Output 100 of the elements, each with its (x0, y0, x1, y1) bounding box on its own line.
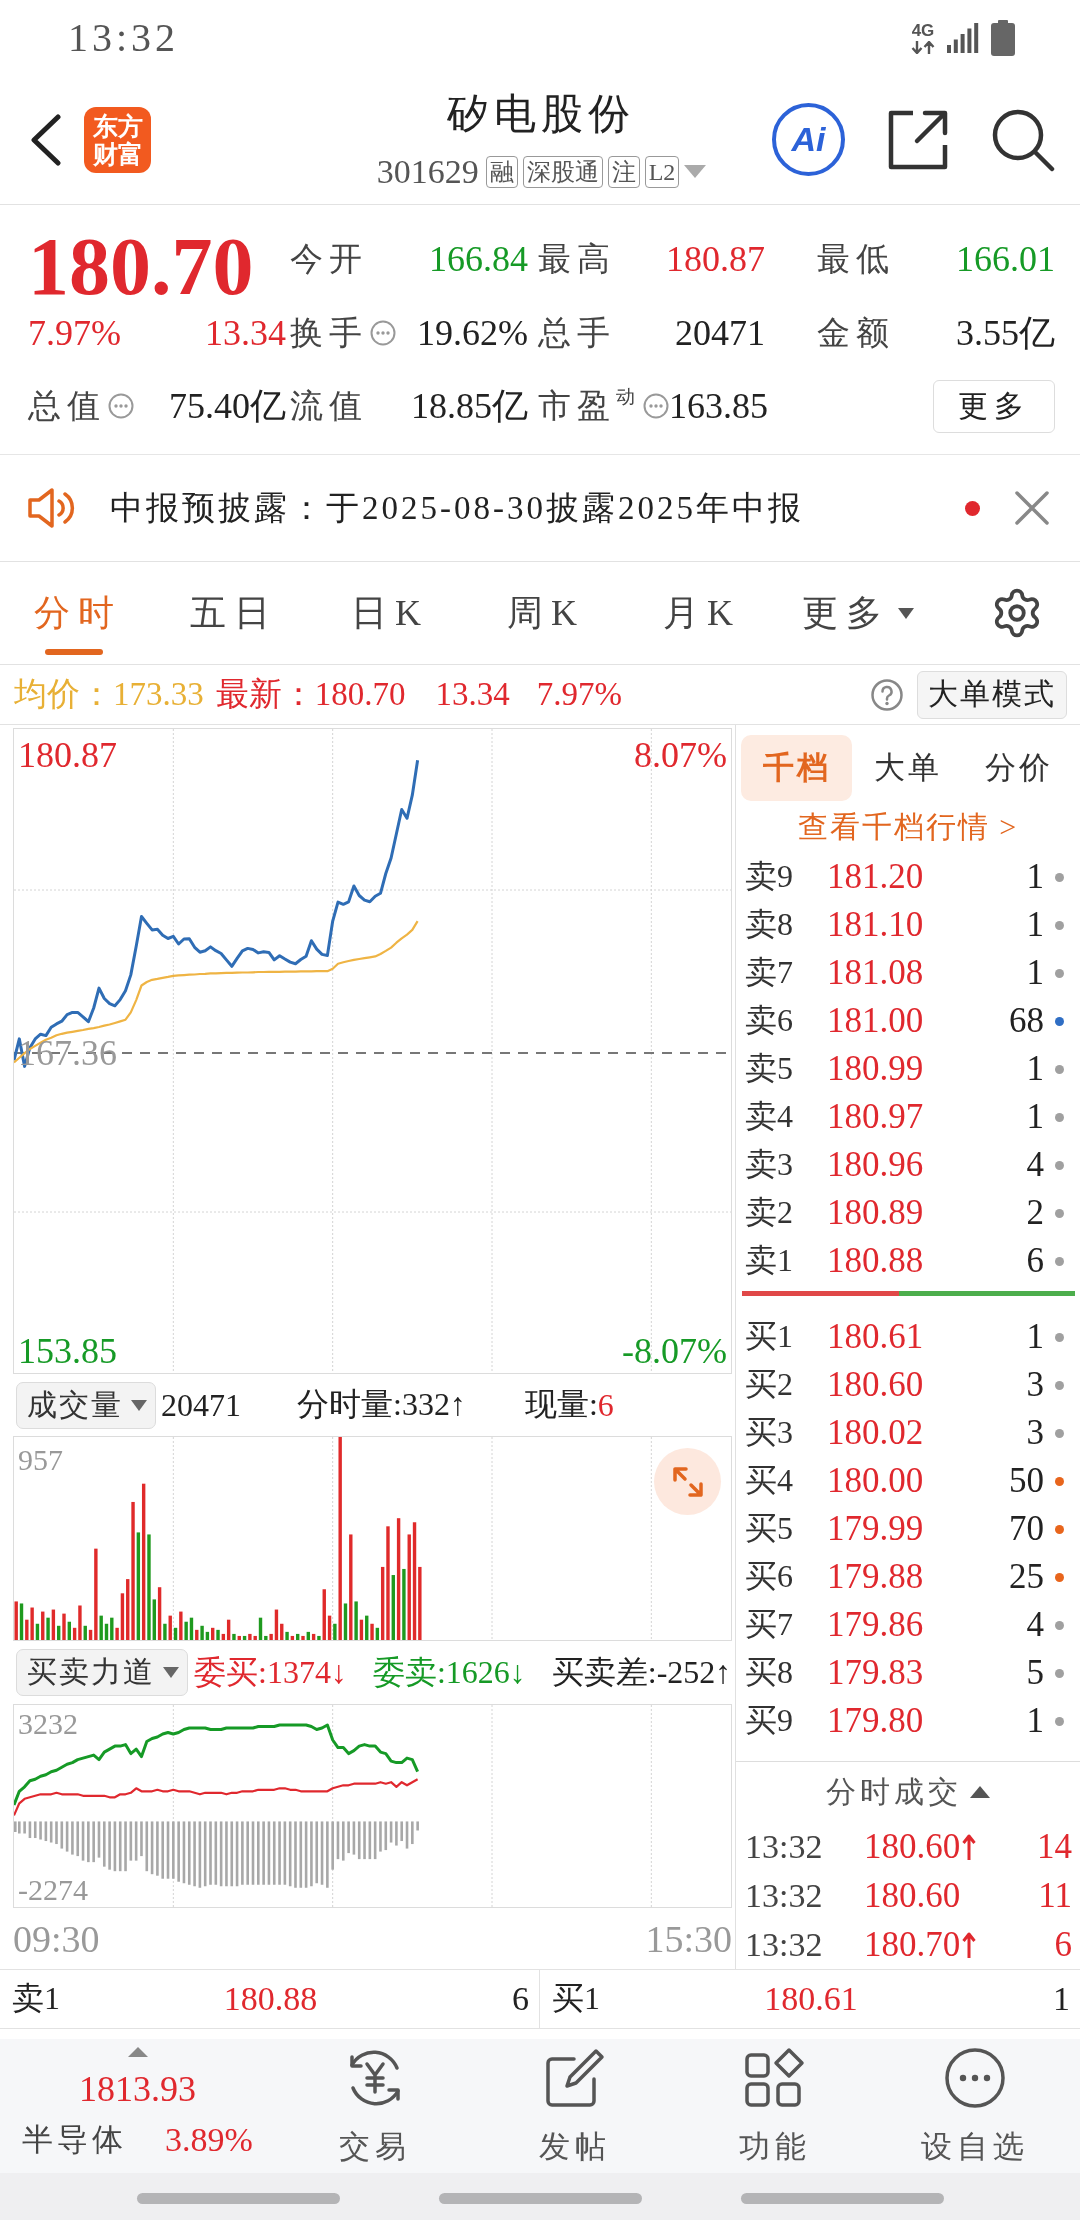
order-book-tab[interactable]: 大单 (852, 735, 963, 801)
add-watchlist-button[interactable]: 设自选 (875, 2039, 1075, 2173)
sector-name[interactable]: 半导体 (22, 2119, 128, 2161)
difference-bar (161, 1821, 164, 1879)
order-level-label: 买5 (745, 1509, 794, 1548)
total-volume: 20471 (161, 1386, 241, 1424)
percent-axis-label: 8.07% (634, 735, 727, 775)
chart-tab[interactable]: 日K (312, 562, 468, 664)
notice-text[interactable]: 中报预披露：于2025-08-30披露2025年中报 (110, 485, 965, 531)
stat-value: 180.87 (666, 238, 765, 280)
order-volume: 68 (1009, 1001, 1044, 1041)
market-tag: 深股通 (522, 155, 603, 188)
chart-tab[interactable]: 五日 (156, 562, 312, 664)
order-level-label: 买2 (745, 1365, 794, 1404)
grid-icon (744, 2047, 806, 2109)
back-icon[interactable] (28, 113, 62, 166)
edit-icon (544, 2047, 606, 2109)
expand-icon (671, 1465, 704, 1498)
ellipsis-circle-icon[interactable] (370, 320, 396, 346)
caret-up-icon (970, 1786, 990, 1798)
post-button[interactable]: 发帖 (475, 2039, 675, 2173)
indicator-axis-label: -2274 (18, 1873, 88, 1907)
order-price: 181.20 (827, 857, 925, 897)
trade-time: 13:32 (745, 1827, 824, 1866)
order-volume: 2 (1026, 1193, 1044, 1233)
order-level-label: 卖2 (745, 1193, 794, 1232)
difference-bar (156, 1821, 159, 1876)
bid-price: 180.61 (764, 1980, 858, 2018)
order-level-label: 买3 (745, 1413, 794, 1452)
trade-time: 13:32 (745, 1925, 824, 1964)
current-price: 180.70 (28, 225, 255, 309)
trade-button[interactable]: 交易 (275, 2039, 475, 2173)
search-icon[interactable] (991, 107, 1055, 172)
order-volume: 1 (1026, 1097, 1044, 1137)
time-axis-label: 15:30 (645, 1916, 732, 1961)
order-level-label: 卖5 (745, 1049, 794, 1088)
difference-bar (310, 1821, 313, 1887)
ask-volume: 6 (512, 1980, 529, 2018)
order-price: 180.97 (827, 1097, 925, 1137)
latest-change: 13.34 (435, 676, 510, 713)
stock-code: 301629 (376, 154, 479, 189)
difference-bar (262, 1821, 265, 1885)
bid-volume: 1 (1053, 1980, 1070, 2018)
gesture-handle[interactable] (740, 2193, 944, 2204)
price-axis-label: 180.87 (18, 735, 117, 775)
help-icon[interactable] (871, 678, 903, 711)
caret-down-icon (163, 1667, 179, 1678)
order-volume: 1 (1026, 857, 1044, 897)
ai-button[interactable]: Ai (772, 103, 845, 176)
ellipsis-circle-icon[interactable] (108, 393, 134, 419)
gesture-handle[interactable] (136, 2193, 340, 2204)
order-volume: 70 (1009, 1509, 1044, 1549)
chart-tab[interactable]: 更多 (780, 562, 936, 664)
share-icon[interactable] (887, 108, 949, 171)
functions-button[interactable]: 功能 (675, 2039, 875, 2173)
trade-price: 180.60 (864, 1875, 961, 1916)
gesture-handle[interactable] (438, 2193, 642, 2204)
chart-tab[interactable]: 周K (468, 562, 624, 664)
order-volume: 5 (1026, 1653, 1044, 1693)
dropdown-caret-icon[interactable] (684, 165, 707, 178)
trade-price: 180.60 (864, 1826, 961, 1867)
average-price: 均价：173.33 (14, 675, 204, 714)
order-book-tab[interactable]: 分价 (963, 735, 1074, 801)
order-price: 179.83 (827, 1653, 925, 1693)
difference-bar (177, 1821, 180, 1882)
indicator-dropdown[interactable]: 买卖力道 (16, 1649, 188, 1696)
indicator-reading: 买卖差:-252↑ (551, 1652, 732, 1692)
chart-tab[interactable]: 月K (624, 562, 780, 664)
difference-bar (246, 1821, 249, 1885)
order-level-label: 买1 (745, 1317, 794, 1356)
caret-down-icon (898, 607, 914, 619)
trades-toggle[interactable]: 分时成交 (736, 1761, 1080, 1822)
trade-volume: 14 (1037, 1826, 1072, 1867)
close-icon[interactable] (1014, 490, 1050, 526)
stat-label: 总手 (538, 313, 616, 353)
order-price: 181.10 (827, 905, 925, 945)
indicator-axis-label: 3232 (18, 1707, 78, 1741)
ellipsis-circle-icon[interactable] (643, 393, 669, 419)
order-level-label: 卖1 (745, 1241, 794, 1280)
difference-bar (379, 1821, 382, 1852)
order-level-label: 买8 (745, 1653, 794, 1692)
difference-bar (140, 1821, 143, 1857)
trade-price: 180.70 (864, 1924, 961, 1965)
stat-label: 今开 (290, 239, 368, 279)
order-volume: 50 (1009, 1461, 1044, 1501)
volume-dropdown[interactable]: 成交量 (16, 1381, 156, 1429)
more-button[interactable]: 更多 (933, 379, 1055, 433)
price-axis-label: 153.85 (18, 1330, 117, 1371)
difference-bar (108, 1821, 111, 1870)
difference-bar (416, 1821, 419, 1831)
big-order-mode-button[interactable]: 大单模式 (917, 670, 1067, 719)
sector-index[interactable]: 1813.93 (79, 2067, 196, 2111)
current-volume-label: 现量: (524, 1385, 598, 1424)
order-price: 181.08 (827, 953, 925, 993)
order-level-label: 卖4 (745, 1097, 794, 1136)
order-volume: 25 (1009, 1557, 1044, 1597)
change-percent: 7.97% (28, 312, 121, 354)
order-price: 180.60 (827, 1365, 925, 1405)
difference-bar (257, 1821, 260, 1885)
difference-bar (124, 1821, 127, 1872)
